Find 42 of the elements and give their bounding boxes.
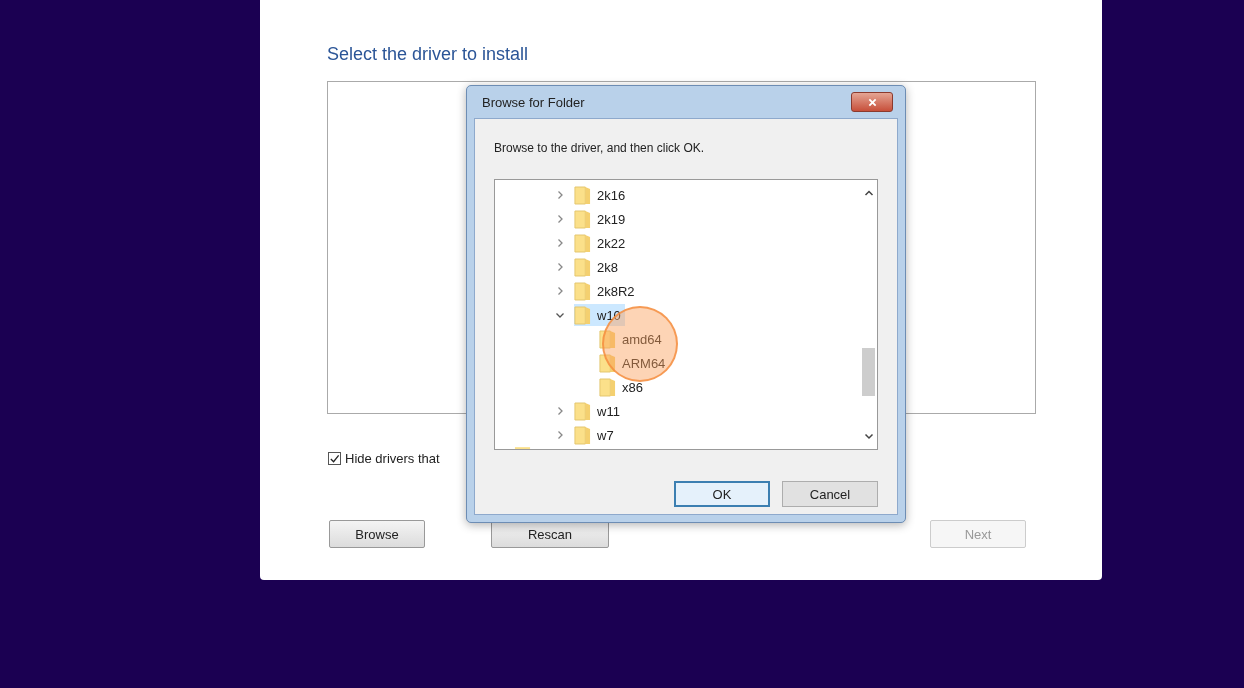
folder-icon — [599, 353, 616, 373]
checkbox-label: Hide drivers that — [345, 451, 440, 466]
chevron-icon[interactable] — [555, 310, 565, 320]
folder-icon — [574, 281, 591, 301]
page-heading: Select the driver to install — [327, 44, 530, 65]
chevron-icon[interactable] — [555, 406, 565, 416]
folder-icon — [574, 305, 591, 325]
folder-icon — [574, 401, 591, 421]
folder-icon — [599, 377, 616, 397]
chevron-icon[interactable] — [555, 262, 565, 272]
chevron-icon[interactable] — [555, 190, 565, 200]
folder-icon — [574, 425, 591, 445]
folder-icon — [574, 257, 591, 277]
folder-item[interactable]: 2k19 — [574, 208, 630, 230]
folder-item[interactable]: 2k22 — [574, 232, 630, 254]
hide-drivers-checkbox[interactable] — [328, 452, 341, 465]
instruction-text: Browse to the driver, and then click OK. — [494, 141, 706, 155]
scroll-down-icon[interactable] — [863, 431, 874, 441]
chevron-icon[interactable] — [555, 238, 565, 248]
close-icon — [867, 97, 877, 107]
folder-item[interactable]: 2k8 — [574, 256, 622, 278]
folder-item[interactable]: x86 — [599, 376, 647, 398]
chevron-icon[interactable] — [555, 286, 565, 296]
folder-item[interactable]: 2k16 — [574, 184, 630, 206]
close-button[interactable] — [851, 92, 893, 112]
dialog-button[interactable]: Cancel — [782, 481, 878, 507]
folder-item[interactable]: w11 — [574, 400, 624, 422]
folder-icon — [599, 329, 616, 349]
folder-item[interactable]: ARM64 — [599, 352, 670, 374]
folder-item[interactable]: 2k8R2 — [574, 280, 639, 302]
folder-item[interactable]: w7 — [574, 424, 618, 446]
dialog-button[interactable]: OK — [674, 481, 770, 507]
scroll-up-icon[interactable] — [863, 188, 874, 198]
chevron-icon[interactable] — [555, 430, 565, 440]
wizard-button[interactable]: Browse — [329, 520, 425, 548]
dialog-title: Browse for Folder — [481, 94, 585, 110]
folder-icon — [574, 233, 591, 253]
scroll-thumb[interactable] — [862, 348, 875, 396]
folder-icon — [574, 209, 591, 229]
chevron-icon[interactable] — [555, 214, 565, 224]
folder-item[interactable]: amd64 — [599, 328, 666, 350]
folder-icon — [574, 185, 591, 205]
